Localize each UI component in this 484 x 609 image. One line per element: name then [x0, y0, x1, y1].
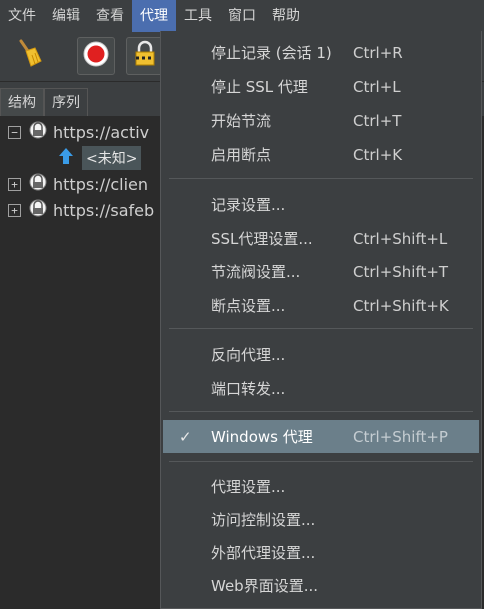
proxy-dropdown-menu: 停止记录 (会话 1) Ctrl+R 停止 SSL 代理 Ctrl+L 开始节流… [160, 31, 482, 609]
lock-icon [133, 40, 157, 72]
menu-bar: 文件 编辑 查看 代理 工具 窗口 帮助 [0, 0, 484, 32]
menu-separator [169, 328, 473, 329]
view-tabs: 结构 序列 [0, 88, 88, 116]
collapse-icon[interactable]: − [8, 125, 21, 139]
menu-separator [169, 461, 473, 462]
host-label: https://safeb [53, 200, 155, 220]
host-globe-icon [29, 121, 47, 143]
ssl-proxy-button[interactable] [126, 37, 164, 75]
web-interface-settings-item[interactable]: Web界面设置... [161, 569, 481, 602]
checkmark-icon: ✓ [179, 427, 192, 446]
host-label: https://clien [53, 174, 149, 194]
broom-icon [15, 39, 43, 73]
menu-edit[interactable]: 编辑 [44, 0, 88, 32]
tab-structure[interactable]: 结构 [0, 88, 44, 116]
record-button[interactable] [77, 37, 115, 75]
reverse-proxy-item[interactable]: 反向代理... [161, 338, 481, 371]
throttle-settings-item[interactable]: 节流阀设置... Ctrl+Shift+T [161, 255, 481, 288]
enable-breakpoints-item[interactable]: 启用断点 Ctrl+K [161, 138, 481, 171]
proxy-settings-item[interactable]: 代理设置... [161, 470, 481, 503]
tree-row-host[interactable]: + https://clien [8, 171, 148, 197]
host-label: https://activ [53, 122, 150, 142]
menu-separator [169, 178, 473, 179]
expand-icon[interactable]: + [8, 203, 21, 217]
unknown-node-label: <未知> [82, 146, 142, 170]
menu-proxy[interactable]: 代理 [132, 0, 176, 32]
tree-row-host[interactable]: − https://activ [8, 119, 149, 145]
host-globe-icon [29, 173, 47, 195]
record-icon [82, 40, 110, 72]
windows-proxy-item[interactable]: ✓ Windows 代理 Ctrl+Shift+P [163, 420, 479, 453]
access-control-settings-item[interactable]: 访问控制设置... [161, 503, 481, 536]
recording-settings-item[interactable]: 记录设置... [161, 188, 481, 221]
breakpoint-settings-item[interactable]: 断点设置... Ctrl+Shift+K [161, 289, 481, 322]
external-proxy-settings-item[interactable]: 外部代理设置... [161, 536, 481, 569]
upload-arrow-icon [58, 147, 74, 169]
tree-row-unknown[interactable]: <未知> [58, 145, 142, 171]
menu-help[interactable]: 帮助 [264, 0, 308, 32]
stop-recording-item[interactable]: 停止记录 (会话 1) Ctrl+R [161, 36, 481, 69]
start-throttle-item[interactable]: 开始节流 Ctrl+T [161, 104, 481, 137]
port-forwarding-item[interactable]: 端口转发... [161, 372, 481, 405]
stop-ssl-proxy-item[interactable]: 停止 SSL 代理 Ctrl+L [161, 70, 481, 103]
menu-tools[interactable]: 工具 [176, 0, 220, 32]
expand-icon[interactable]: + [8, 177, 21, 191]
menu-view[interactable]: 查看 [88, 0, 132, 32]
ssl-proxy-settings-item[interactable]: SSL代理设置... Ctrl+Shift+L [161, 222, 481, 255]
tab-sequence[interactable]: 序列 [44, 88, 88, 116]
tree-row-host[interactable]: + https://safeb [8, 197, 154, 223]
clear-session-button[interactable] [10, 37, 48, 75]
menu-separator [169, 411, 473, 412]
menu-window[interactable]: 窗口 [220, 0, 264, 32]
host-globe-icon [29, 199, 47, 221]
menu-file[interactable]: 文件 [0, 0, 44, 32]
